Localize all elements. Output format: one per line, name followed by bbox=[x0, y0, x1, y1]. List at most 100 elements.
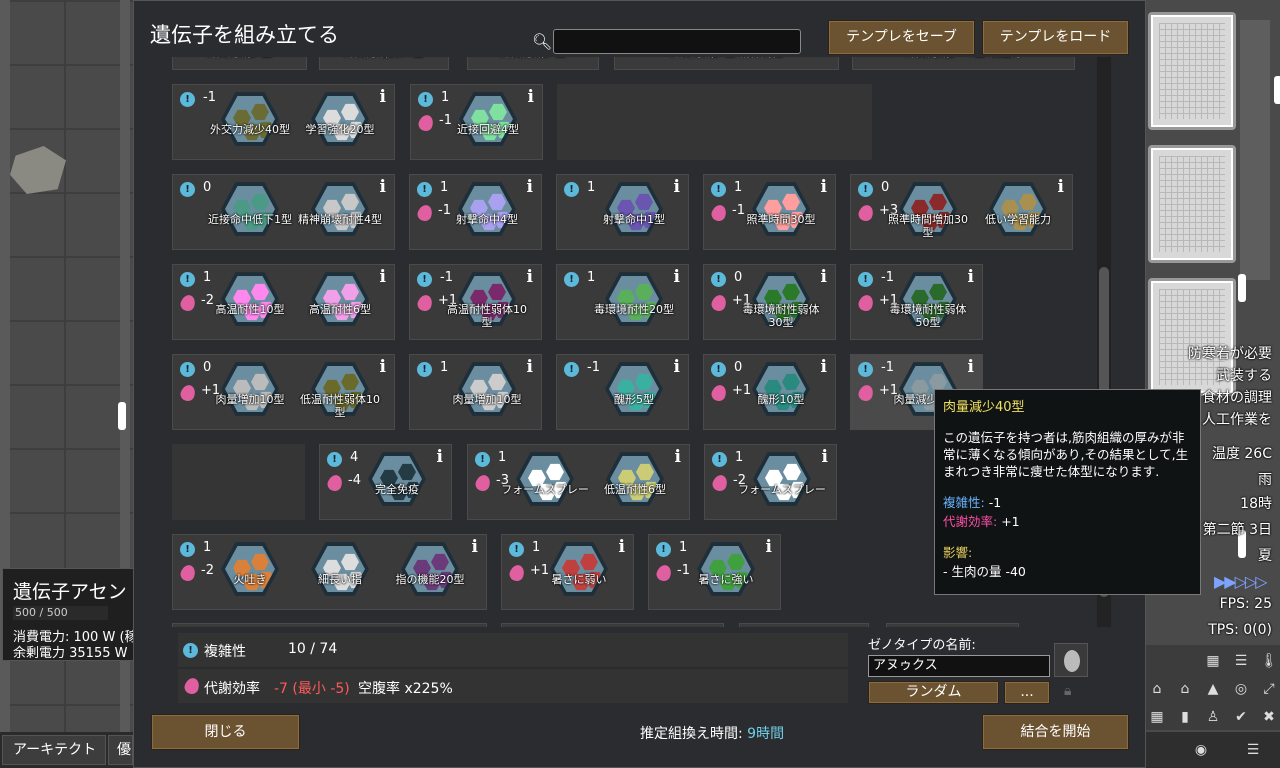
gene-hexagon-icon[interactable] bbox=[550, 542, 608, 596]
gene-hexagon-icon[interactable] bbox=[311, 182, 369, 236]
xenotype-icon-picker[interactable] bbox=[1054, 643, 1088, 677]
info-icon[interactable]: i bbox=[821, 267, 827, 287]
gene-hexagon-icon[interactable] bbox=[458, 182, 516, 236]
close-button[interactable]: 閉じる bbox=[151, 714, 300, 750]
info-icon[interactable]: i bbox=[380, 87, 386, 107]
gene-hexagon-icon[interactable] bbox=[221, 92, 279, 146]
info-icon[interactable]: i bbox=[528, 87, 534, 107]
chart-icon[interactable]: ▮ bbox=[1174, 706, 1196, 728]
gene-group[interactable]: ! 1 +1 i 暑さに弱い bbox=[501, 534, 634, 610]
gene-hexagon-icon[interactable] bbox=[221, 362, 279, 416]
load-template-button[interactable]: テンプレをロード bbox=[982, 20, 1129, 55]
gene-hexagon-icon[interactable] bbox=[753, 452, 811, 506]
alert-line[interactable]: 防寒着が必要 bbox=[1188, 343, 1272, 363]
temperature-icon[interactable]: 🌡 bbox=[1258, 650, 1280, 672]
gene-group[interactable]: ! -1 +1 i 毒環境耐性弱体50型 bbox=[850, 264, 983, 340]
gene-group[interactable]: 外交力減少型 bbox=[172, 57, 307, 70]
info-icon[interactable]: i bbox=[527, 267, 533, 287]
gene-group[interactable] bbox=[172, 623, 487, 627]
gene-hexagon-icon[interactable] bbox=[401, 542, 459, 596]
gene-hexagon-icon[interactable] bbox=[221, 542, 279, 596]
auto-home-icon[interactable]: ⌂ bbox=[1146, 678, 1168, 700]
menu-icon[interactable]: ☰ bbox=[1242, 739, 1264, 761]
helmet-icon[interactable]: ◉ bbox=[1190, 739, 1212, 761]
gene-group[interactable]: ! 0 i 近接命中低下1型 精神崩壊耐性4型 bbox=[172, 174, 395, 250]
map-scroll-handle[interactable] bbox=[118, 402, 126, 430]
info-icon[interactable]: i bbox=[380, 267, 386, 287]
gene-hexagon-icon[interactable] bbox=[605, 182, 663, 236]
speed-controls-icon[interactable]: ▶▶▷▷▷ bbox=[1214, 572, 1268, 591]
gene-group[interactable] bbox=[501, 623, 724, 627]
cross-icon[interactable]: ✖ bbox=[1258, 706, 1280, 728]
info-icon[interactable]: i bbox=[968, 267, 974, 287]
info-icon[interactable]: i bbox=[821, 177, 827, 197]
gene-group[interactable]: ! 4 -4 i 完全免疫 bbox=[319, 444, 452, 520]
gene-hexagon-icon[interactable] bbox=[697, 542, 755, 596]
info-icon[interactable]: i bbox=[437, 447, 443, 467]
info-icon[interactable]: i bbox=[675, 447, 681, 467]
info-icon[interactable]: i bbox=[380, 357, 386, 377]
gene-hexagon-icon[interactable] bbox=[605, 272, 663, 326]
gene-group[interactable]: ! 1 -2 i フォームスプレー bbox=[704, 444, 837, 520]
beauty-icon[interactable]: ◎ bbox=[1230, 678, 1252, 700]
gene-group[interactable]: ! 0 +1 i 肉量増加10型 低温耐性弱体10型 bbox=[172, 354, 395, 430]
gene-group[interactable]: ! 0 +1 i 醜形10型 bbox=[703, 354, 836, 430]
gene-hexagon-icon[interactable] bbox=[989, 182, 1047, 236]
gene-group[interactable]: ! 1 i 射撃命中1型 bbox=[556, 174, 689, 250]
gene-group[interactable] bbox=[886, 623, 1019, 627]
save-template-button[interactable]: テンプレをセーブ bbox=[828, 20, 975, 55]
gene-group[interactable]: 外交力減少型 精神耐性 bbox=[614, 57, 839, 70]
more-options-button[interactable]: ... bbox=[1004, 681, 1050, 704]
gene-hexagon-icon[interactable] bbox=[459, 92, 517, 146]
gene-hexagon-icon[interactable] bbox=[458, 362, 516, 416]
gene-group[interactable]: ! -1 +1 i 高温耐性弱体10型 bbox=[409, 264, 542, 340]
gene-hexagon-icon[interactable] bbox=[221, 182, 279, 236]
info-icon[interactable]: i bbox=[822, 447, 828, 467]
gene-group[interactable]: ! -1 i 醜形5型 bbox=[556, 354, 689, 430]
gene-hexagon-icon[interactable] bbox=[516, 452, 574, 506]
info-icon[interactable]: i bbox=[1058, 177, 1064, 197]
info-icon[interactable]: i bbox=[380, 177, 386, 197]
info-icon[interactable]: i bbox=[472, 537, 478, 557]
gene-group[interactable]: ! 1 i 毒環境耐性20型 bbox=[556, 264, 689, 340]
gene-hexagon-icon[interactable] bbox=[311, 92, 369, 146]
pawn-icon[interactable]: ♙ bbox=[1202, 706, 1224, 728]
gene-hexagon-icon[interactable] bbox=[752, 182, 810, 236]
gene-group[interactable]: 外交力減少40型 製造力 bbox=[852, 57, 1075, 70]
gene-hexagon-icon[interactable] bbox=[368, 452, 426, 506]
map-scroll-handle[interactable] bbox=[1238, 274, 1246, 302]
random-name-button[interactable]: ランダム bbox=[868, 681, 999, 704]
info-icon[interactable]: i bbox=[766, 537, 772, 557]
architect-tab[interactable]: アーキテクト bbox=[2, 735, 106, 765]
gene-group[interactable]: ! 1 -1 i 射撃命中4型 bbox=[409, 174, 542, 250]
gene-hexagon-icon[interactable] bbox=[605, 362, 663, 416]
gene-hexagon-icon[interactable] bbox=[752, 362, 810, 416]
gene-group[interactable]: ! 0 +3 i 照準時間増加30型 低い学習能力 bbox=[850, 174, 1073, 250]
info-icon[interactable]: i bbox=[527, 177, 533, 197]
gene-group[interactable]: ! 1 -2 i 高温耐性10型 高温耐性6型 bbox=[172, 264, 395, 340]
start-combine-button[interactable]: 結合を開始 bbox=[982, 714, 1129, 750]
gene-group[interactable]: ! 1 -1 i 暑さに強い bbox=[648, 534, 781, 610]
alert-line[interactable]: 人工作業を bbox=[1202, 409, 1272, 429]
gene-group[interactable]: ! -1 i 外交力減少40型 学習強化20型 bbox=[172, 84, 395, 160]
info-icon[interactable]: i bbox=[674, 177, 680, 197]
info-icon[interactable]: i bbox=[674, 267, 680, 287]
gene-hexagon-icon[interactable] bbox=[311, 272, 369, 326]
search-input[interactable] bbox=[553, 29, 801, 54]
mountain-icon[interactable]: ▲ bbox=[1202, 678, 1224, 700]
gene-group[interactable]: ! 1 -1 i 照準時間30型 bbox=[703, 174, 836, 250]
zone-icon[interactable]: ▦ bbox=[1202, 650, 1224, 672]
xenotype-name-input[interactable]: アヌゥクス bbox=[868, 655, 1050, 677]
gene-group[interactable] bbox=[739, 623, 869, 627]
info-icon[interactable]: i bbox=[527, 357, 533, 377]
gene-group[interactable]: 外交力増加20型 bbox=[319, 57, 449, 70]
info-icon[interactable]: i bbox=[674, 357, 680, 377]
grid-icon[interactable]: ▦ bbox=[1146, 706, 1168, 728]
info-icon[interactable]: i bbox=[968, 357, 974, 377]
alert-line[interactable]: 武装する bbox=[1216, 365, 1272, 385]
gene-group[interactable]: ! 1 -3 i フォームスプレー 低温耐性6型 bbox=[467, 444, 690, 520]
roof-icon[interactable]: ⌂ bbox=[1174, 678, 1196, 700]
lock-icon[interactable]: 🔒︎ bbox=[1064, 683, 1071, 699]
expand-icon[interactable]: ⤢ bbox=[1258, 678, 1280, 700]
info-icon[interactable]: i bbox=[821, 357, 827, 377]
